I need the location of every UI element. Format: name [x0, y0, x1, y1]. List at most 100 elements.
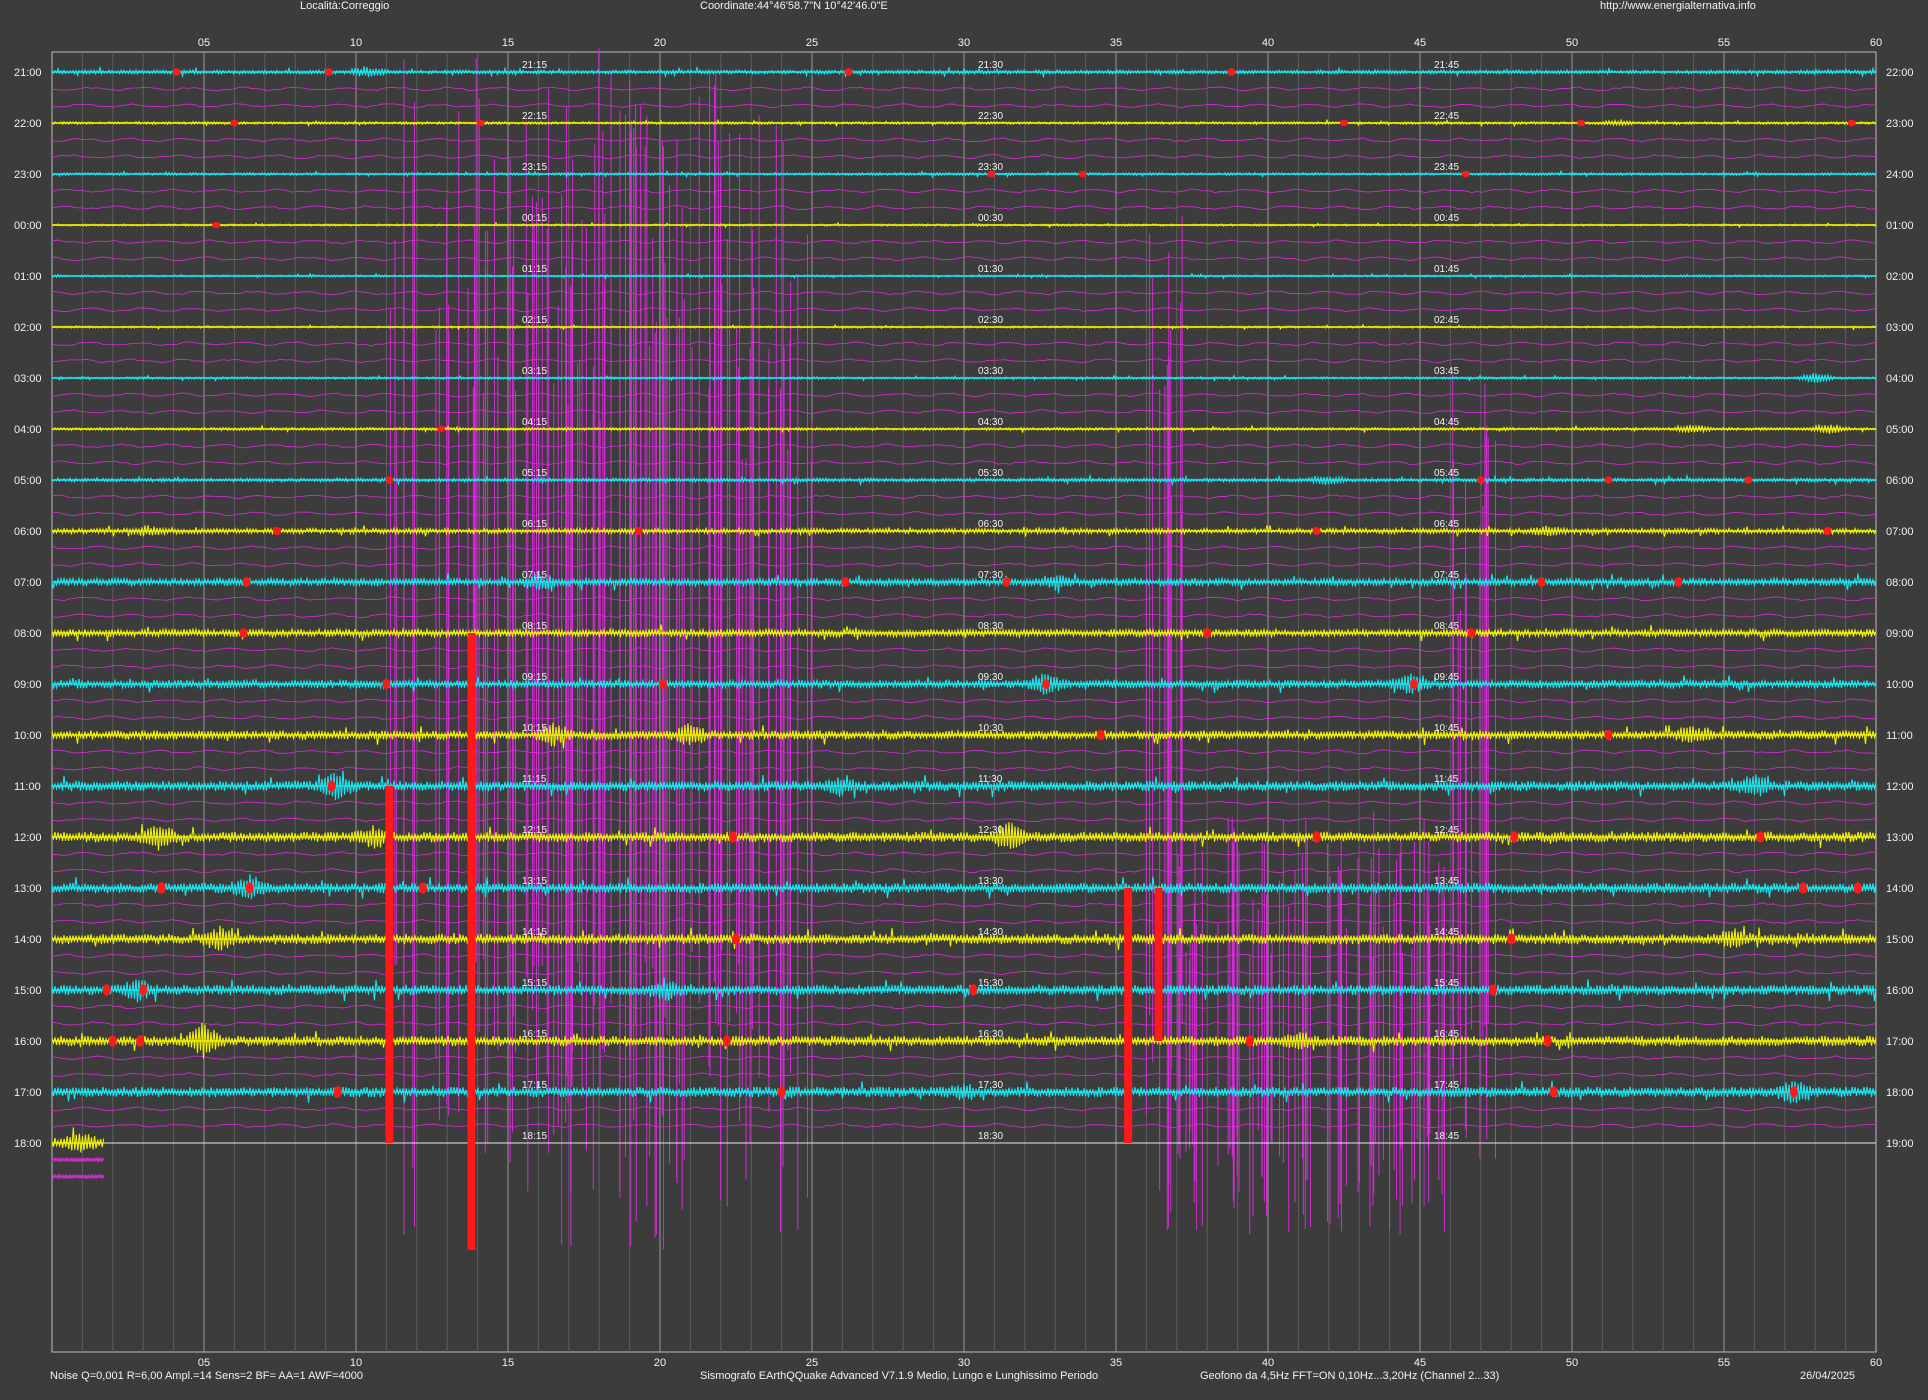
event-marker — [1537, 577, 1546, 587]
row-time-label-right: 04:00 — [1886, 373, 1914, 385]
quarter-hour-label: 05:15 — [522, 468, 547, 479]
quarter-hour-label: 06:30 — [978, 519, 1003, 530]
event-marker — [1476, 476, 1485, 484]
event-marker — [1674, 577, 1683, 587]
row-time-label-right: 15:00 — [1886, 934, 1914, 946]
event-marker — [108, 1035, 117, 1047]
quarter-hour-label: 17:45 — [1434, 1080, 1459, 1091]
quarter-hour-label: 06:15 — [522, 519, 547, 530]
row-time-label-right: 18:00 — [1886, 1087, 1914, 1099]
event-marker — [969, 984, 978, 996]
row-time-label-right: 23:00 — [1886, 118, 1914, 130]
quarter-hour-label: 02:15 — [522, 315, 547, 326]
quarter-hour-label: 04:45 — [1434, 417, 1459, 428]
row-time-label-right: 11:00 — [1886, 730, 1913, 742]
event-marker — [777, 1086, 786, 1098]
event-marker — [1604, 476, 1613, 484]
row-time-label-right: 08:00 — [1886, 577, 1914, 589]
quarter-hour-label: 12:30 — [978, 825, 1003, 836]
row-time-label-right: 09:00 — [1886, 628, 1914, 640]
row-time-label-left: 10:00 — [14, 730, 42, 742]
event-marker — [1461, 170, 1470, 178]
quarter-hour-label: 09:45 — [1434, 672, 1459, 683]
x-tick-label-bottom: 15 — [502, 1357, 514, 1369]
event-marker — [1549, 1086, 1558, 1098]
quarter-hour-label: 00:45 — [1434, 213, 1459, 224]
event-marker — [1340, 119, 1348, 127]
seismogram-chart: 05 05 10 10 15 15 20 20 25 25 30 30 35 35 40 40 45 45 50 50… — [0, 0, 1928, 1400]
event-marker — [230, 119, 239, 127]
quarter-hour-label: 16:15 — [522, 1029, 547, 1040]
quarter-hour-label: 23:15 — [522, 162, 547, 173]
row-time-label-left: 06:00 — [14, 526, 42, 538]
quarter-hour-label: 10:15 — [522, 723, 547, 734]
event-marker — [157, 882, 166, 894]
large-event-bar — [467, 633, 476, 1251]
event-marker — [1789, 1086, 1798, 1098]
large-event-bar — [1154, 888, 1163, 1041]
event-marker — [1409, 678, 1418, 690]
row-time-label-left: 05:00 — [14, 475, 42, 487]
event-marker — [239, 628, 248, 638]
event-marker — [1577, 119, 1586, 127]
quarter-hour-label: 17:15 — [522, 1080, 547, 1091]
quarter-hour-label: 15:45 — [1434, 978, 1459, 989]
row-time-label-left: 21:00 — [14, 67, 42, 79]
footer-sensor: Geofono da 4,5Hz FFT=ON 0,10Hz...3,20Hz … — [1200, 1370, 1500, 1382]
quarter-hour-label: 14:15 — [522, 927, 547, 938]
quarter-hour-label: 12:45 — [1434, 825, 1459, 836]
row-time-label-left: 12:00 — [14, 832, 42, 844]
x-tick-label-bottom: 20 — [654, 1357, 666, 1369]
x-tick-label-top: 25 — [806, 37, 818, 49]
row-time-label-right: 03:00 — [1886, 322, 1914, 334]
quarter-hour-label: 13:45 — [1434, 876, 1459, 887]
row-time-label-right: 05:00 — [1886, 424, 1914, 436]
quarter-hour-label: 18:15 — [522, 1131, 547, 1142]
quarter-hour-label: 00:30 — [978, 213, 1003, 224]
quarter-hour-label: 18:45 — [1434, 1131, 1459, 1142]
quarter-hour-label: 11:45 — [1434, 774, 1459, 785]
quarter-hour-label: 13:15 — [522, 876, 547, 887]
quarter-hour-label: 08:45 — [1434, 621, 1459, 632]
event-marker — [136, 1035, 145, 1047]
event-marker — [844, 68, 853, 76]
event-marker — [1078, 170, 1087, 178]
quarter-hour-label: 08:15 — [522, 621, 547, 632]
row-time-label-left: 11:00 — [14, 781, 41, 793]
header-website-link[interactable]: http://www.energialternativa.info — [1600, 0, 1756, 12]
row-time-label-left: 18:00 — [14, 1138, 42, 1150]
event-marker — [1002, 577, 1011, 587]
quarter-hour-label: 23:30 — [978, 162, 1003, 173]
quarter-hour-label: 09:30 — [978, 672, 1003, 683]
quarter-hour-label: 21:15 — [522, 60, 547, 71]
event-marker — [1756, 831, 1765, 843]
x-tick-label-top: 05 — [198, 37, 210, 49]
row-time-label-right: 14:00 — [1886, 883, 1914, 895]
row-time-label-right: 17:00 — [1886, 1036, 1914, 1048]
event-marker — [1507, 933, 1516, 945]
event-marker — [212, 221, 221, 229]
footer-settings: Noise Q=0,001 R=6,00 Ampl.=14 Sens=2 BF=… — [50, 1370, 363, 1382]
footer-software: Sismografo EArthQQuake Advanced V7.1.9 M… — [700, 1370, 1099, 1382]
x-tick-label-bottom: 35 — [1110, 1357, 1122, 1369]
event-marker — [841, 577, 850, 587]
event-marker — [722, 1035, 731, 1047]
quarter-hour-label: 02:30 — [978, 315, 1003, 326]
header-location: Località:Correggio — [300, 0, 390, 12]
quarter-hour-label: 04:30 — [978, 417, 1003, 428]
row-time-label-left: 17:00 — [14, 1087, 42, 1099]
x-tick-label-top: 35 — [1110, 37, 1122, 49]
quarter-hour-label: 07:15 — [522, 570, 547, 581]
quarter-hour-label: 16:45 — [1434, 1029, 1459, 1040]
row-time-label-left: 16:00 — [14, 1036, 42, 1048]
quarter-hour-label: 01:45 — [1434, 264, 1459, 275]
event-marker — [385, 476, 394, 484]
x-tick-label-top: 55 — [1718, 37, 1730, 49]
x-tick-label-bottom: 55 — [1718, 1357, 1730, 1369]
quarter-hour-label: 10:30 — [978, 723, 1003, 734]
event-marker — [1312, 526, 1321, 536]
x-tick-label-bottom: 50 — [1566, 1357, 1578, 1369]
event-marker — [1467, 628, 1476, 638]
quarter-hour-label: 16:30 — [978, 1029, 1003, 1040]
event-marker — [272, 526, 281, 536]
